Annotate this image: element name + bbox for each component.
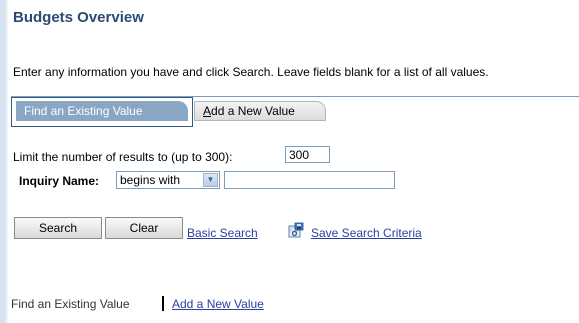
tab-add-label: dd a New Value bbox=[211, 104, 295, 118]
save-search-icon[interactable] bbox=[288, 222, 304, 238]
search-button[interactable]: Search bbox=[14, 217, 102, 239]
chevron-down-icon[interactable]: ▼ bbox=[203, 173, 218, 187]
tab-find-existing-value[interactable]: Find an Existing Value bbox=[11, 97, 193, 127]
limit-results-label: Limit the number of results to (up to 30… bbox=[13, 150, 233, 164]
clear-button[interactable]: Clear bbox=[105, 217, 183, 239]
footer-separator bbox=[162, 296, 164, 311]
inquiry-operator-select[interactable]: begins with ▼ bbox=[116, 171, 220, 189]
footer-find-existing-label: Find an Existing Value bbox=[11, 297, 130, 311]
basic-search-link[interactable]: Basic Search bbox=[187, 226, 258, 240]
tab-add-new-value[interactable]: Add a New Value bbox=[194, 101, 326, 121]
footer-add-new-value-link[interactable]: Add a New Value bbox=[172, 297, 264, 311]
inquiry-name-label: Inquiry Name: bbox=[19, 174, 100, 188]
left-frame-inner bbox=[6, 0, 8, 323]
instruction-text: Enter any information you have and click… bbox=[13, 65, 489, 79]
limit-results-input[interactable] bbox=[285, 146, 330, 163]
inquiry-name-input[interactable] bbox=[224, 171, 395, 189]
tab-add-accesskey: A bbox=[203, 104, 212, 118]
tab-find-label: Find an Existing Value bbox=[16, 101, 188, 121]
inquiry-operator-value: begins with bbox=[120, 173, 181, 187]
save-search-criteria-link[interactable]: Save Search Criteria bbox=[311, 226, 422, 240]
page-title: Budgets Overview bbox=[13, 9, 144, 26]
